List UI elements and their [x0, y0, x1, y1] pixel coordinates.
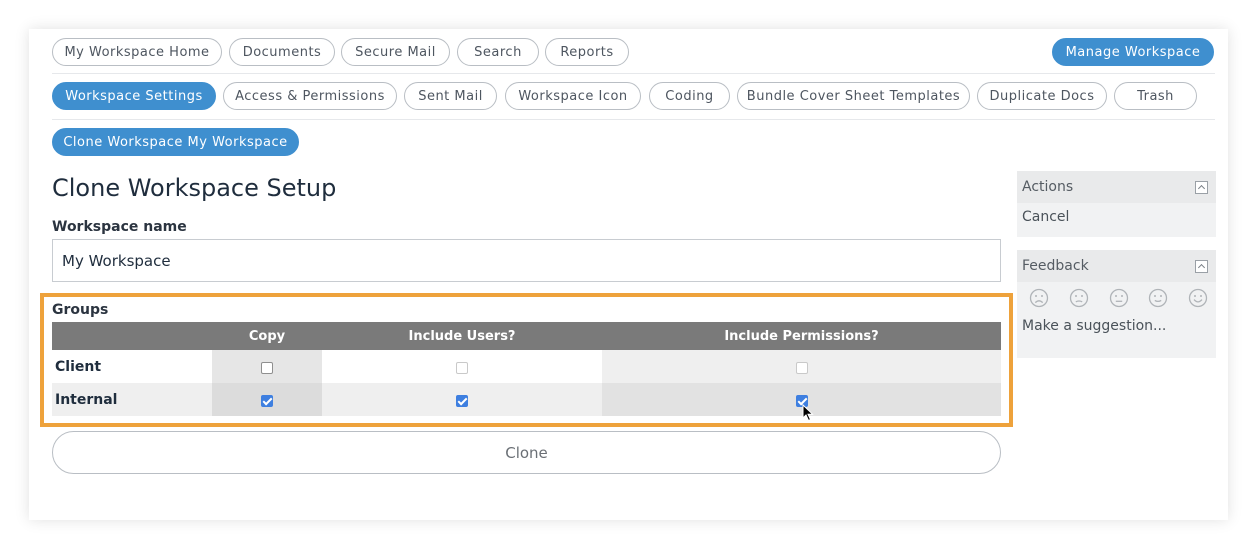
collapse-icon[interactable]	[1195, 259, 1208, 273]
page-title: Clone Workspace Setup	[52, 174, 337, 202]
tab-reports[interactable]: Reports	[545, 38, 629, 66]
mouse-cursor-icon	[802, 404, 814, 422]
very-happy-face-icon[interactable]	[1188, 288, 1208, 308]
tab-documents[interactable]: Documents	[229, 38, 335, 66]
workspace-name-label: Workspace name	[52, 219, 187, 235]
tab-clone-workspace[interactable]: Clone Workspace My Workspace	[52, 128, 299, 156]
tab-coding[interactable]: Coding	[649, 82, 730, 110]
collapse-icon[interactable]	[1195, 180, 1208, 194]
actions-panel-body: Cancel	[1017, 203, 1216, 231]
tab-trash[interactable]: Trash	[1114, 82, 1197, 110]
happy-face-icon[interactable]	[1148, 288, 1168, 308]
feedback-panel-header: Feedback	[1017, 250, 1216, 282]
clone-button[interactable]: Clone	[52, 431, 1001, 474]
tab-access-permissions[interactable]: Access & Permissions	[223, 82, 397, 110]
feedback-faces	[1017, 282, 1216, 308]
make-suggestion-link[interactable]: Make a suggestion...	[1022, 318, 1166, 334]
unhappy-face-icon[interactable]	[1069, 288, 1089, 308]
tab-duplicate-docs[interactable]: Duplicate Docs	[977, 82, 1107, 110]
tab-search[interactable]: Search	[457, 38, 539, 66]
actions-panel-header: Actions	[1017, 171, 1216, 203]
actions-panel-title: Actions	[1022, 179, 1074, 195]
manage-workspace-button[interactable]: Manage Workspace	[1052, 38, 1214, 66]
actions-panel: Actions Cancel	[1017, 171, 1216, 237]
feedback-panel-body: Make a suggestion...	[1017, 308, 1216, 340]
workspace-name-input[interactable]	[52, 239, 1001, 282]
tab-my-workspace-home[interactable]: My Workspace Home	[52, 38, 222, 66]
cancel-link[interactable]: Cancel	[1022, 209, 1069, 225]
groups-highlight-box	[40, 293, 1013, 427]
tab-secure-mail[interactable]: Secure Mail	[341, 38, 450, 66]
feedback-panel-title: Feedback	[1022, 258, 1089, 274]
tab-sent-mail[interactable]: Sent Mail	[404, 82, 497, 110]
tab-workspace-settings[interactable]: Workspace Settings	[52, 82, 216, 110]
neutral-face-icon[interactable]	[1109, 288, 1129, 308]
tab-bundle-cover-sheet-templates[interactable]: Bundle Cover Sheet Templates	[737, 82, 970, 110]
tab-workspace-icon[interactable]: Workspace Icon	[505, 82, 641, 110]
very-unhappy-face-icon[interactable]	[1029, 288, 1049, 308]
nav-divider-1	[52, 73, 1215, 74]
nav-divider-2	[52, 119, 1215, 120]
feedback-panel: Feedback Make a suggestion...	[1017, 250, 1216, 358]
